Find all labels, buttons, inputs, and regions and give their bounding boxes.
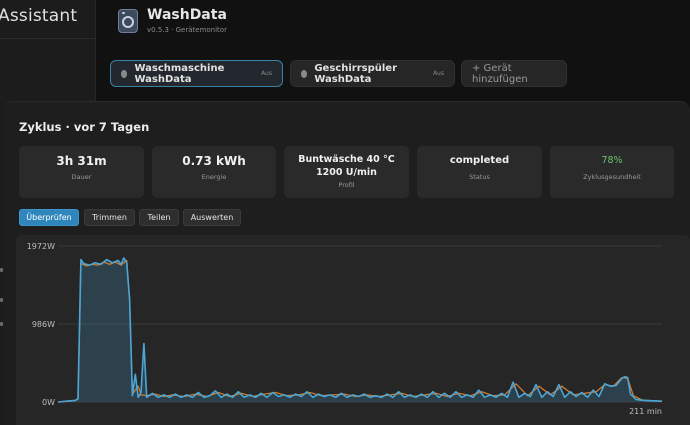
device-state: Aus (260, 70, 272, 77)
y-tick-label: 0W (42, 398, 55, 407)
overlay-series-line (57, 259, 663, 403)
device-tab-geschirrspueler[interactable]: Geschirrspüler WashData Aus (290, 60, 455, 87)
stat-value: 3h 31m (56, 154, 107, 168)
cycle-title: Zyklus · vor 7 Tagen (19, 120, 150, 134)
app-title: WashData (147, 7, 227, 23)
washing-machine-icon (118, 9, 138, 33)
x-end-label: 211 min (629, 407, 662, 416)
device-tab-waschmaschine[interactable]: Waschmaschine WashData Aus (110, 60, 283, 87)
stat-health: 78% Zyklusgesundheit (550, 146, 674, 198)
device-status-dot (121, 69, 128, 78)
sidebar-divider (0, 38, 96, 39)
power-series-line (57, 257, 663, 403)
stat-value: Buntwäsche 40 °C 1200 U/min (298, 154, 395, 178)
stat-value: 0.73 kWh (182, 154, 246, 168)
stat-label: Energie (201, 173, 227, 181)
device-state: Aus (432, 70, 444, 77)
add-device-button[interactable]: + Gerät hinzufügen (461, 60, 567, 87)
app-version: v0.5.3 · Gerätemonitor (147, 26, 227, 34)
y-tick-label: 1972W (27, 242, 55, 251)
power-chart-svg: 1972W 986W 0W 211 min (27, 242, 663, 416)
cycle-card: Zyklus · vor 7 Tagen 3h 31m Dauer 0.73 k… (3, 101, 690, 425)
stat-status: completed Status (417, 146, 542, 198)
stat-value: completed (449, 155, 510, 166)
stat-value: 78% (601, 155, 623, 166)
stat-label: Status (469, 173, 490, 181)
device-tab-label: Geschirrspüler WashData (314, 62, 397, 85)
power-area-fill (58, 258, 662, 402)
share-button[interactable]: Teilen (139, 209, 179, 226)
power-chart: 1972W 986W 0W 211 min (16, 235, 690, 425)
stat-label: Zyklusgesundheit (583, 173, 641, 181)
app-root: Assistant WashData v0.5.3 · Gerätemonito… (0, 0, 690, 425)
stat-duration: 3h 31m Dauer (19, 146, 144, 198)
review-button[interactable]: Überprüfen (19, 209, 79, 226)
stat-energy: 0.73 kWh Energie (152, 146, 276, 198)
y-tick-label: 986W (32, 320, 55, 329)
stat-label: Dauer (71, 173, 92, 181)
analyze-button[interactable]: Auswerten (183, 209, 241, 226)
stat-label: Profil (338, 181, 355, 189)
trim-button[interactable]: Trimmen (84, 209, 135, 226)
device-tab-label: Waschmaschine WashData (134, 62, 225, 85)
sidebar-title: Assistant (0, 6, 78, 26)
device-status-dot (301, 69, 308, 78)
stat-profile: Buntwäsche 40 °C 1200 U/min Profil (284, 146, 409, 198)
